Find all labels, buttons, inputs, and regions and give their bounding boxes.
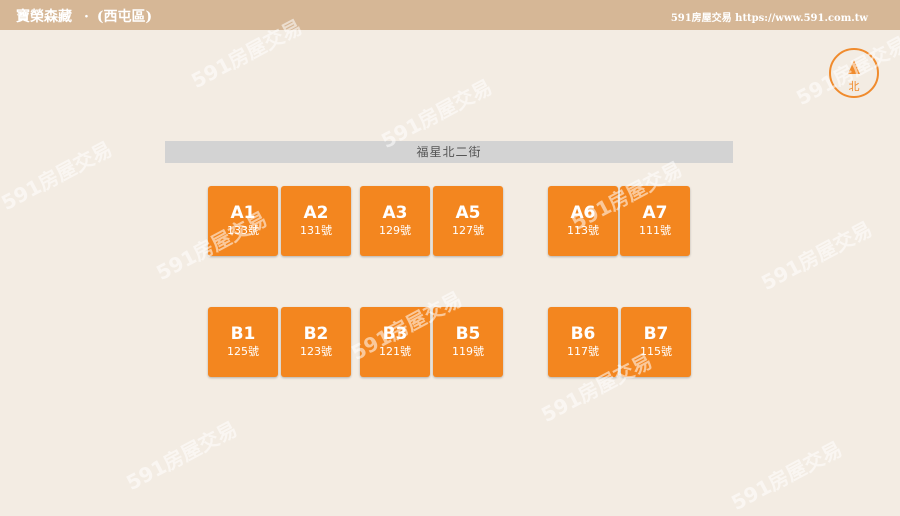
unit-code: A1 (230, 203, 256, 223)
district-label: (西屯區) (96, 9, 153, 25)
unit-code: B6 (570, 324, 596, 344)
unit-number: 119號 (452, 345, 484, 358)
street-label: 福星北二街 (165, 141, 733, 163)
unit-number: 113號 (567, 224, 599, 237)
unit-a2[interactable]: A2 131號 (281, 186, 351, 256)
unit-code: A3 (382, 203, 408, 223)
north-arrow-icon (848, 60, 860, 74)
unit-number: 129號 (379, 224, 411, 237)
unit-a3[interactable]: A3 129號 (360, 186, 430, 256)
page-title: 寶榮森藏 · (西屯區) (16, 6, 152, 26)
watermark: 591房屋交易 (122, 416, 241, 495)
title-separator: · (84, 9, 89, 25)
unit-number: 125號 (227, 345, 259, 358)
unit-code: A6 (570, 203, 596, 223)
unit-code: B1 (230, 324, 256, 344)
unit-number: 123號 (300, 345, 332, 358)
unit-a5[interactable]: A5 127號 (433, 186, 503, 256)
unit-code: B3 (382, 324, 408, 344)
unit-b5[interactable]: B5 119號 (433, 307, 503, 377)
unit-code: B2 (303, 324, 329, 344)
unit-code: A2 (303, 203, 329, 223)
unit-b2[interactable]: B2 123號 (281, 307, 351, 377)
unit-code: B5 (455, 324, 481, 344)
unit-a1[interactable]: A1 133號 (208, 186, 278, 256)
unit-number: 111號 (639, 224, 671, 237)
unit-number: 115號 (640, 345, 672, 358)
top-bar: 寶榮森藏 · (西屯區) 591房屋交易 https://www.591.com.t… (0, 0, 900, 30)
unit-code: A5 (455, 203, 481, 223)
unit-code: A7 (642, 203, 668, 223)
site-credit: 591房屋交易 https://www.591.com.tw (670, 13, 868, 24)
unit-b7[interactable]: B7 115號 (621, 307, 691, 377)
unit-b1[interactable]: B1 125號 (208, 307, 278, 377)
unit-number: 131號 (300, 224, 332, 237)
compass-button[interactable]: 北 (829, 48, 879, 98)
unit-b6[interactable]: B6 117號 (548, 307, 618, 377)
unit-b3[interactable]: B3 121號 (360, 307, 430, 377)
compass-label: 北 (848, 80, 860, 93)
watermark: 591房屋交易 (757, 216, 876, 295)
unit-a6[interactable]: A6 113號 (548, 186, 618, 256)
watermark: 591房屋交易 (0, 136, 116, 215)
unit-code: B7 (643, 324, 669, 344)
project-name: 寶榮森藏 (16, 9, 72, 25)
unit-a7[interactable]: A7 111號 (620, 186, 690, 256)
unit-number: 127號 (452, 224, 484, 237)
watermark: 591房屋交易 (727, 436, 846, 515)
unit-number: 133號 (227, 224, 259, 237)
unit-number: 121號 (379, 345, 411, 358)
unit-number: 117號 (567, 345, 599, 358)
